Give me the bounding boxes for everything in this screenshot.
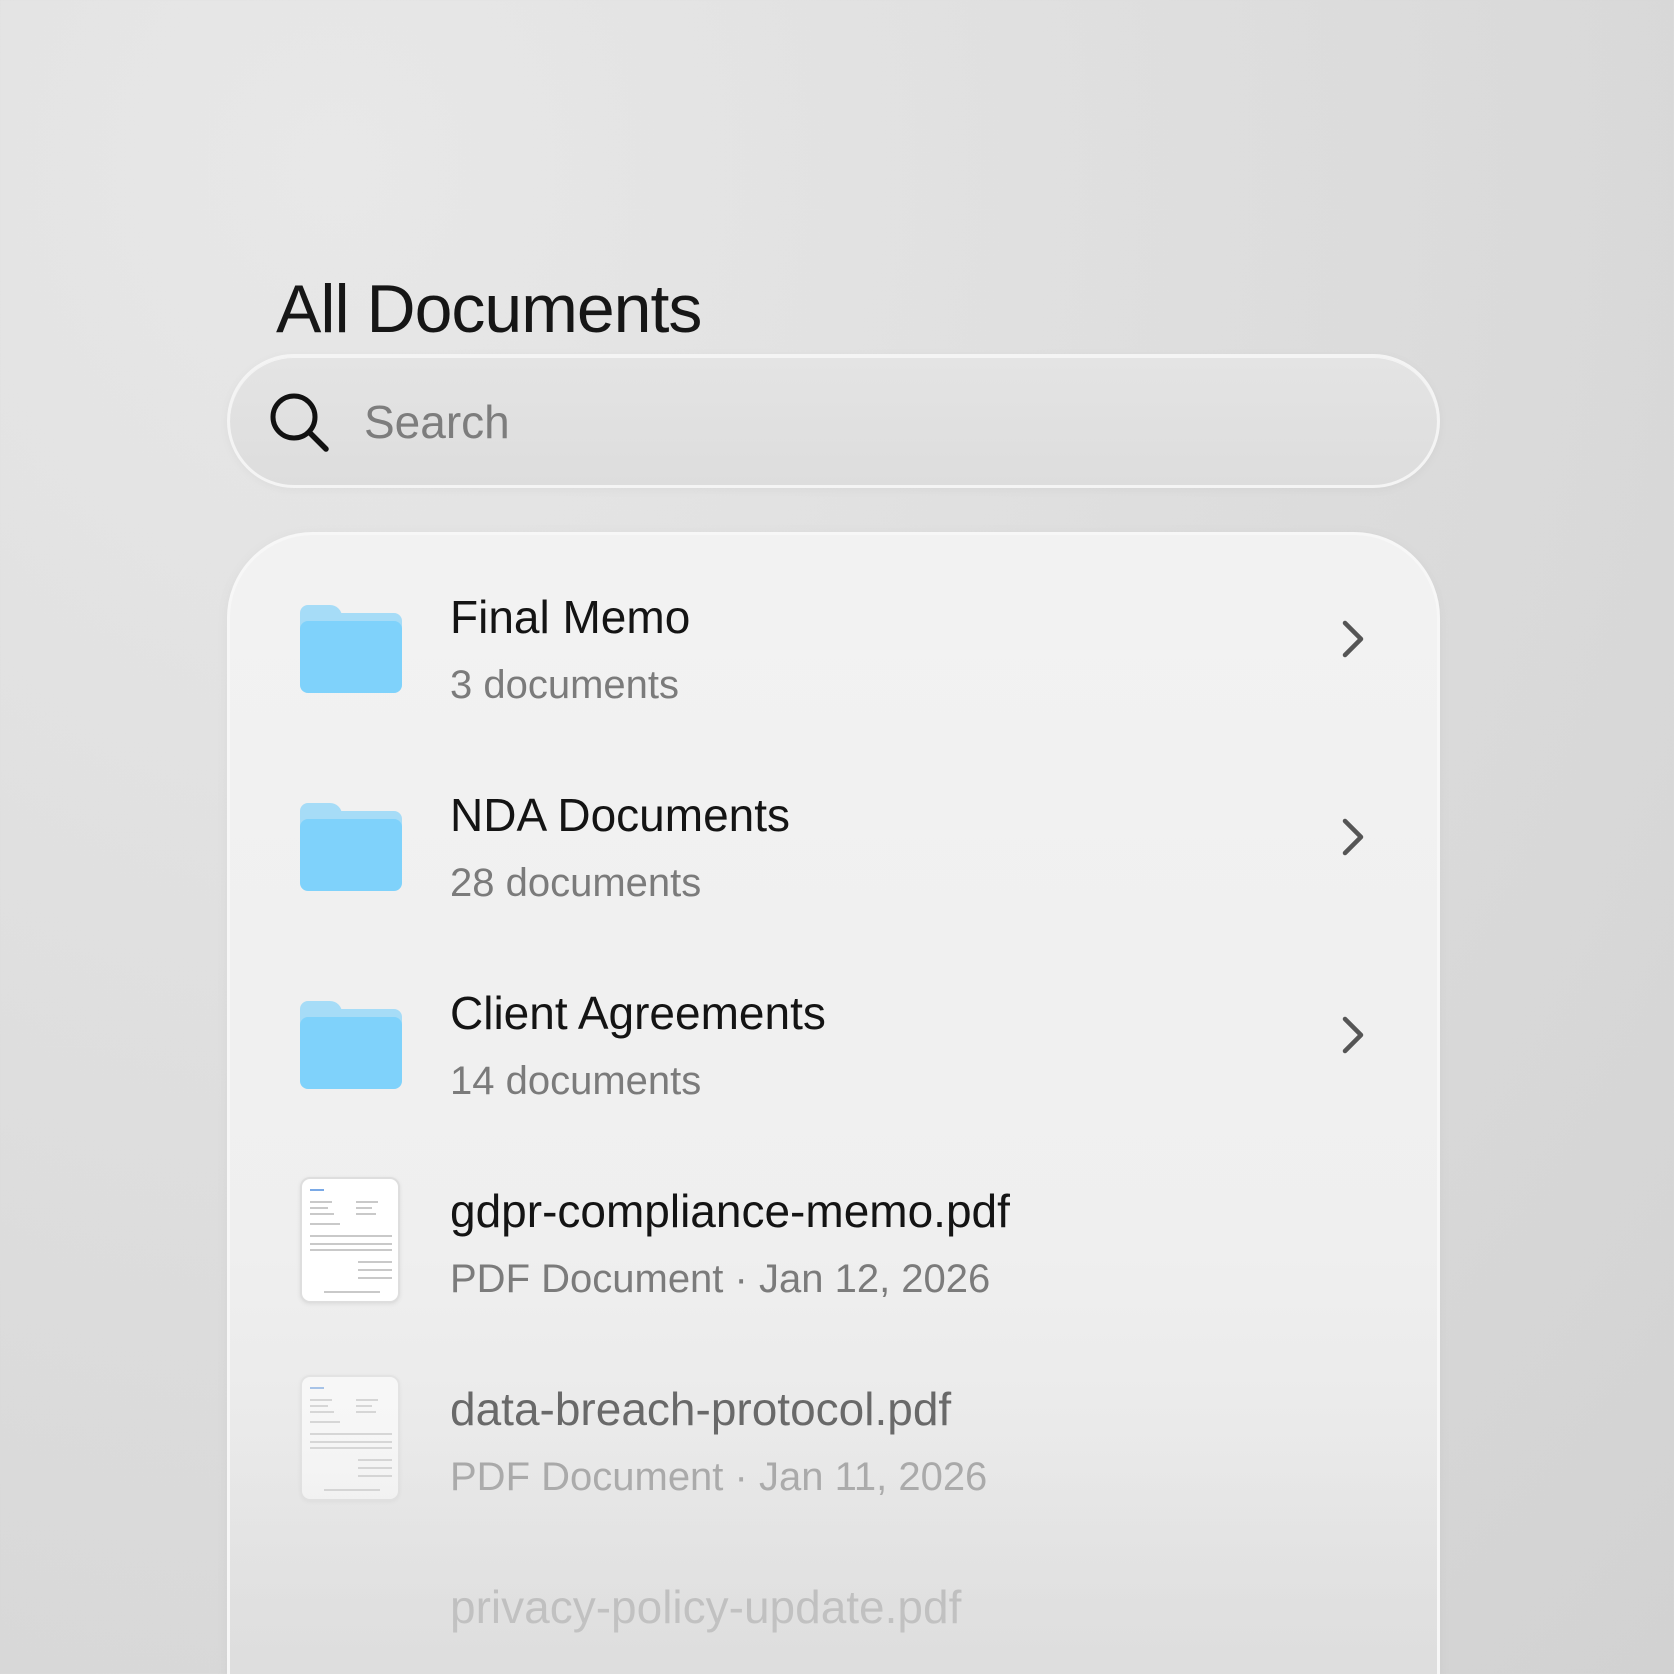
search-icon	[270, 393, 329, 452]
chevron-right-icon	[1342, 1016, 1364, 1054]
pdf-thumbnail-icon	[300, 1177, 400, 1303]
folder-icon	[300, 803, 402, 891]
file-name: data-breach-protocol.pdf	[450, 1383, 952, 1435]
chevron-right-icon	[1342, 818, 1364, 856]
folder-count: 28 documents	[450, 861, 702, 905]
page-title: All Documents	[276, 270, 702, 347]
folder-icon	[300, 605, 402, 693]
folder-name: Client Agreements	[450, 987, 826, 1039]
documents-list: Final Memo 3 documents NDA Documents 28 …	[227, 532, 1440, 1674]
file-name: privacy-policy-update.pdf	[450, 1581, 962, 1633]
file-name: gdpr-compliance-memo.pdf	[450, 1185, 1010, 1237]
folder-row-final-memo[interactable]: Final Memo 3 documents	[230, 535, 1437, 733]
file-row-gdpr-compliance-memo[interactable]: gdpr-compliance-memo.pdf PDF Document · …	[230, 1129, 1437, 1327]
file-row-privacy-policy-update[interactable]: privacy-policy-update.pdf	[230, 1525, 1437, 1674]
search-input[interactable]	[364, 387, 1404, 457]
file-meta: PDF Document · Jan 12, 2026	[450, 1257, 991, 1301]
folder-row-nda-documents[interactable]: NDA Documents 28 documents	[230, 733, 1437, 931]
folder-row-client-agreements[interactable]: Client Agreements 14 documents	[230, 931, 1437, 1129]
chevron-right-icon	[1342, 620, 1364, 658]
file-row-data-breach-protocol[interactable]: data-breach-protocol.pdf PDF Document · …	[230, 1327, 1437, 1525]
folder-count: 14 documents	[450, 1059, 702, 1103]
folder-name: NDA Documents	[450, 789, 791, 841]
pdf-thumbnail-icon	[300, 1375, 400, 1501]
folder-name: Final Memo	[450, 591, 691, 643]
search-bar[interactable]	[227, 354, 1440, 488]
folder-count: 3 documents	[450, 663, 680, 707]
folder-icon	[300, 1001, 402, 1089]
file-meta: PDF Document · Jan 11, 2026	[450, 1455, 988, 1499]
